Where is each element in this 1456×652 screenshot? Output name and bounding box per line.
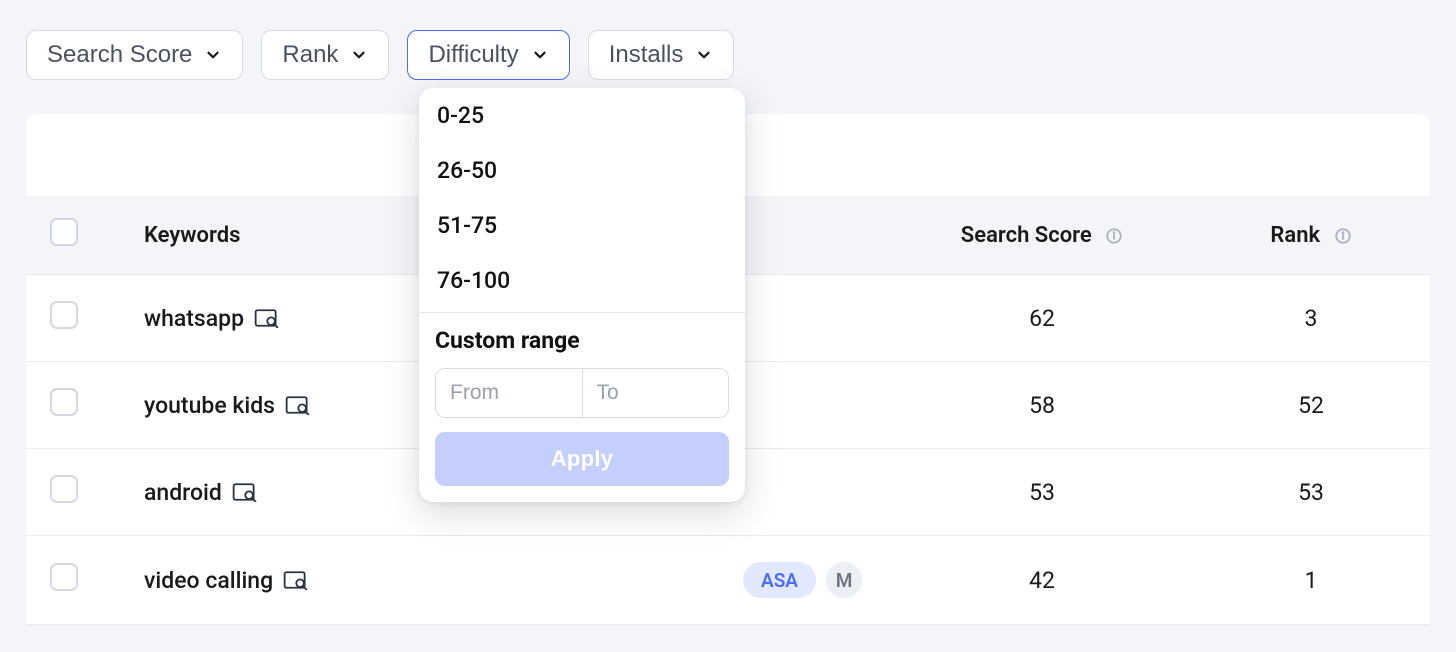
custom-range-label: Custom range <box>435 327 729 354</box>
col-header-label: Rank <box>1270 223 1320 248</box>
row-checkbox[interactable] <box>50 301 78 329</box>
row-checkbox[interactable] <box>50 388 78 416</box>
col-rank[interactable]: Rank <box>1192 196 1430 275</box>
asa-badge[interactable]: ASA <box>743 562 816 598</box>
range-from-input[interactable] <box>436 369 583 417</box>
range-option-76-100[interactable]: 76-100 <box>419 253 745 308</box>
keyword-text: video calling <box>144 567 273 594</box>
keyword-preview-icon[interactable] <box>285 395 311 415</box>
keyword-preview-icon[interactable] <box>254 308 280 328</box>
row-checkbox[interactable] <box>50 475 78 503</box>
filters-row: Search Score Rank Difficulty Installs <box>26 30 1430 80</box>
range-option-0-25[interactable]: 0-25 <box>419 88 745 143</box>
filter-search-score[interactable]: Search Score <box>26 30 243 80</box>
filter-label: Installs <box>609 41 684 69</box>
apply-button[interactable]: Apply <box>435 432 729 486</box>
custom-range-inputs <box>435 368 729 418</box>
filter-difficulty[interactable]: Difficulty <box>407 30 569 80</box>
chevron-down-icon <box>350 46 368 64</box>
range-option-51-75[interactable]: 51-75 <box>419 198 745 253</box>
m-badge[interactable]: M <box>826 562 862 598</box>
rank-value: 53 <box>1192 449 1430 536</box>
select-all-checkbox[interactable] <box>50 218 78 246</box>
keyword-preview-icon[interactable] <box>283 570 309 590</box>
tags-cell: ASA M <box>582 562 892 598</box>
search-score-value: 58 <box>892 362 1192 449</box>
keyword-cell[interactable]: video calling <box>122 567 582 594</box>
rank-value: 3 <box>1192 275 1430 362</box>
col-search-score[interactable]: Search Score <box>892 196 1192 275</box>
keyword-text: whatsapp <box>144 305 244 332</box>
difficulty-dropdown: 0-25 26-50 51-75 76-100 Custom range App… <box>419 88 745 502</box>
chevron-down-icon <box>531 46 549 64</box>
search-score-value: 42 <box>892 536 1192 625</box>
divider <box>419 312 745 313</box>
keyword-text: youtube kids <box>144 392 275 419</box>
search-score-value: 53 <box>892 449 1192 536</box>
range-to-input[interactable] <box>583 369 729 417</box>
range-option-26-50[interactable]: 26-50 <box>419 143 745 198</box>
table-row: video calling ASA M 421 <box>26 536 1430 625</box>
keyword-preview-icon[interactable] <box>232 482 258 502</box>
col-header-label: Search Score <box>961 223 1092 248</box>
rank-value: 1 <box>1192 536 1430 625</box>
rank-value: 52 <box>1192 362 1430 449</box>
info-icon[interactable] <box>1105 227 1123 245</box>
info-icon[interactable] <box>1334 227 1352 245</box>
filter-label: Difficulty <box>428 41 518 69</box>
filter-installs[interactable]: Installs <box>588 30 735 80</box>
filter-label: Search Score <box>47 41 192 69</box>
filter-label: Rank <box>282 41 338 69</box>
chevron-down-icon <box>695 46 713 64</box>
search-score-value: 62 <box>892 275 1192 362</box>
row-checkbox[interactable] <box>50 563 78 591</box>
keyword-text: android <box>144 479 222 506</box>
filter-rank[interactable]: Rank <box>261 30 389 80</box>
chevron-down-icon <box>204 46 222 64</box>
col-header-label: Keywords <box>122 223 240 248</box>
col-checkbox <box>26 196 122 275</box>
